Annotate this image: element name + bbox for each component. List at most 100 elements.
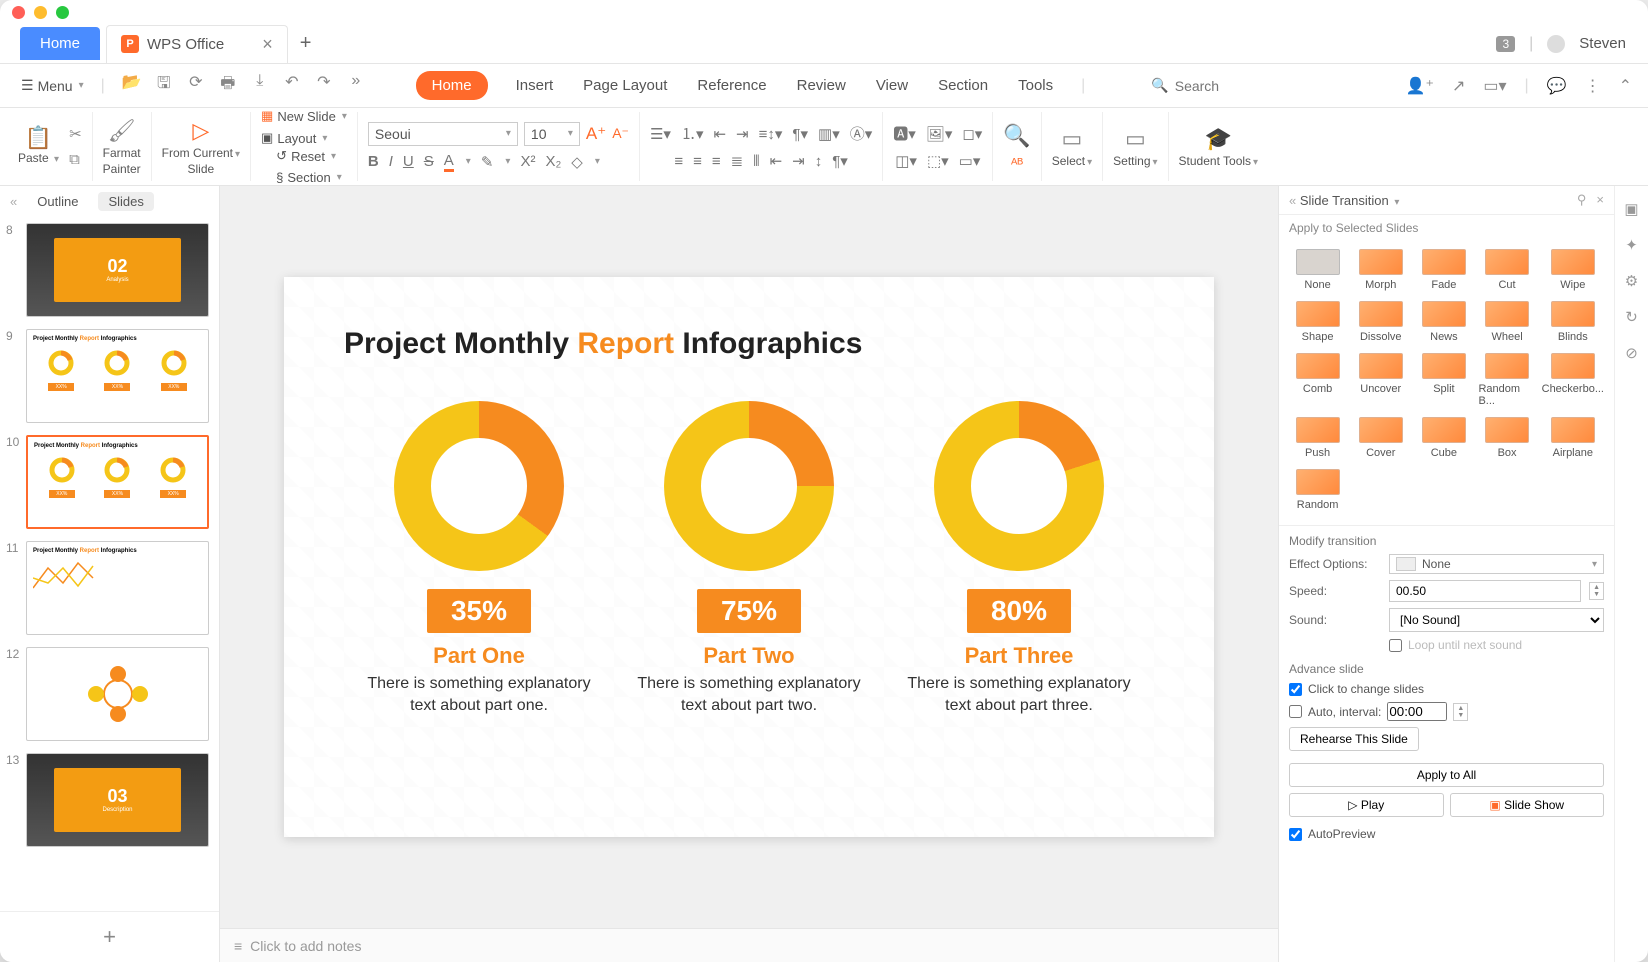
- ribbon-tab-home[interactable]: Home: [416, 71, 488, 100]
- collapse-panel-icon[interactable]: «: [10, 194, 17, 209]
- distribute-h-icon[interactable]: ⫴: [753, 153, 759, 170]
- transition-airplane[interactable]: Airplane: [1542, 417, 1604, 459]
- donut-1[interactable]: 35%Part OneThere is something explanator…: [359, 401, 599, 718]
- donut-3[interactable]: 80%Part ThreeThere is something explanat…: [899, 401, 1139, 718]
- transition-fade[interactable]: Fade: [1415, 249, 1472, 291]
- section-button[interactable]: §Section▾: [276, 170, 342, 185]
- close-window-button[interactable]: [12, 6, 25, 19]
- share-user-icon[interactable]: 👤⁺: [1406, 76, 1434, 96]
- sliders-icon[interactable]: ⚙: [1625, 272, 1638, 290]
- search-input[interactable]: [1175, 78, 1355, 94]
- share-icon[interactable]: ↗: [1452, 76, 1465, 96]
- help-icon[interactable]: ⊘: [1625, 344, 1638, 362]
- quick-styles-icon[interactable]: ▭▾: [959, 152, 981, 170]
- donut-2[interactable]: 75%Part TwoThere is something explanator…: [629, 401, 869, 718]
- bullets-icon[interactable]: ☰▾: [650, 125, 671, 143]
- menu-button[interactable]: ☰ Menu ▾: [12, 72, 93, 99]
- slideshow-button[interactable]: ▣ Slide Show: [1450, 793, 1605, 817]
- ribbon-tab-view[interactable]: View: [874, 71, 910, 100]
- home-tab[interactable]: Home: [20, 27, 100, 60]
- select-group[interactable]: ▭ Select▾: [1042, 112, 1103, 181]
- shapes-icon[interactable]: ◻▾: [962, 125, 982, 143]
- dec-indent-icon[interactable]: ⇤: [713, 125, 726, 143]
- interval-spinner[interactable]: ▲▼: [1453, 703, 1468, 721]
- transition-blinds[interactable]: Blinds: [1542, 301, 1604, 343]
- notes-bar[interactable]: ≡ Click to add notes: [220, 928, 1278, 962]
- thumbnail-11[interactable]: 11Project Monthly Report Infographics: [26, 541, 209, 635]
- ribbon-tab-review[interactable]: Review: [795, 71, 848, 100]
- clear-format-icon[interactable]: ◇: [571, 153, 583, 171]
- indent-left-icon[interactable]: ⇤: [770, 152, 783, 170]
- speed-input[interactable]: [1389, 580, 1581, 602]
- align-center-icon[interactable]: ≡: [693, 153, 702, 170]
- sort-icon[interactable]: ↕: [815, 153, 823, 170]
- align-right-icon[interactable]: ≡: [712, 153, 721, 170]
- more-qat-icon[interactable]: »: [347, 72, 365, 99]
- strike-icon[interactable]: S: [424, 153, 434, 170]
- line-spacing-icon[interactable]: ≡↕▾: [759, 125, 783, 143]
- transition-cube[interactable]: Cube: [1415, 417, 1472, 459]
- arrange-icon[interactable]: ◫▾: [895, 152, 917, 170]
- justify-icon[interactable]: ≣: [731, 152, 744, 170]
- maximize-window-button[interactable]: [56, 6, 69, 19]
- avatar[interactable]: [1547, 35, 1565, 53]
- add-tab-button[interactable]: +: [300, 32, 312, 55]
- underline-icon[interactable]: U: [403, 153, 414, 170]
- transition-wipe[interactable]: Wipe: [1542, 249, 1604, 291]
- ribbon-tab-insert[interactable]: Insert: [514, 71, 556, 100]
- document-tab[interactable]: P WPS Office ×: [106, 25, 288, 63]
- open-icon[interactable]: 📂: [123, 72, 141, 99]
- ribbon-tab-tools[interactable]: Tools: [1016, 71, 1055, 100]
- play-button[interactable]: ▷ Play: [1289, 793, 1444, 817]
- format-painter-group[interactable]: 🖌 Farmat Painter: [93, 112, 152, 181]
- search-box[interactable]: 🔍: [1151, 77, 1354, 94]
- copy-icon[interactable]: ⧉: [69, 151, 82, 168]
- pin-icon[interactable]: ⚲: [1577, 192, 1587, 208]
- chat-icon[interactable]: 💬: [1547, 76, 1567, 96]
- speed-spinner[interactable]: ▲▼: [1589, 582, 1604, 600]
- thumbnail-13[interactable]: 1303Description: [26, 753, 209, 847]
- apply-all-button[interactable]: Apply to All: [1289, 763, 1604, 787]
- reset-button[interactable]: ↺Reset▾: [276, 148, 342, 164]
- effect-options-select[interactable]: None▾: [1389, 554, 1604, 574]
- shrink-font-icon[interactable]: A⁻: [612, 125, 629, 142]
- sparkle-icon[interactable]: ✦: [1625, 236, 1638, 254]
- columns-icon[interactable]: ▥▾: [818, 125, 840, 143]
- transition-box[interactable]: Box: [1478, 417, 1535, 459]
- auto-interval-input[interactable]: [1387, 702, 1447, 721]
- bold-icon[interactable]: B: [368, 153, 379, 170]
- thumbnail-12[interactable]: 12: [26, 647, 209, 741]
- find-icon[interactable]: 🔍: [1003, 123, 1030, 149]
- more-icon[interactable]: ⋮: [1585, 76, 1601, 96]
- transition-uncover[interactable]: Uncover: [1352, 353, 1409, 407]
- export-icon[interactable]: ⤓: [251, 72, 269, 99]
- grow-font-icon[interactable]: A⁺: [586, 124, 606, 144]
- transition-randomb[interactable]: Random B...: [1478, 353, 1535, 407]
- font-color-icon[interactable]: A: [444, 152, 454, 172]
- transition-morph[interactable]: Morph: [1352, 249, 1409, 291]
- subscript-icon[interactable]: X₂: [545, 153, 561, 170]
- thumbnail-8[interactable]: 802Analysis: [26, 223, 209, 317]
- transition-comb[interactable]: Comb: [1289, 353, 1346, 407]
- click-advance-checkbox[interactable]: [1289, 683, 1302, 696]
- picture-icon[interactable]: 🖼▾: [926, 125, 953, 143]
- new-slide-button[interactable]: ▦New Slide▾: [261, 108, 347, 124]
- add-slide-button[interactable]: +: [0, 911, 219, 962]
- minimize-window-button[interactable]: [34, 6, 47, 19]
- cut-icon[interactable]: ✂: [69, 125, 82, 143]
- rehearse-button[interactable]: Rehearse This Slide: [1289, 727, 1419, 751]
- highlight-icon[interactable]: ✎: [481, 153, 494, 171]
- transition-wheel[interactable]: Wheel: [1478, 301, 1535, 343]
- group-icon[interactable]: ⬚▾: [927, 152, 949, 170]
- text-direction-icon[interactable]: ¶▾: [792, 125, 808, 143]
- ribbon-tab-reference[interactable]: Reference: [695, 71, 768, 100]
- slides-tab[interactable]: Slides: [98, 192, 153, 211]
- text-box-icon[interactable]: 🅰▾: [893, 123, 916, 144]
- replace-icon[interactable]: ᴬᴮ: [1011, 155, 1023, 171]
- transition-random[interactable]: Random: [1289, 469, 1346, 511]
- autopreview-checkbox[interactable]: [1289, 828, 1302, 841]
- transition-dissolve[interactable]: Dissolve: [1352, 301, 1409, 343]
- transition-cut[interactable]: Cut: [1478, 249, 1535, 291]
- paste-label[interactable]: Paste ▾: [18, 151, 59, 165]
- outline-tab[interactable]: Outline: [27, 192, 88, 211]
